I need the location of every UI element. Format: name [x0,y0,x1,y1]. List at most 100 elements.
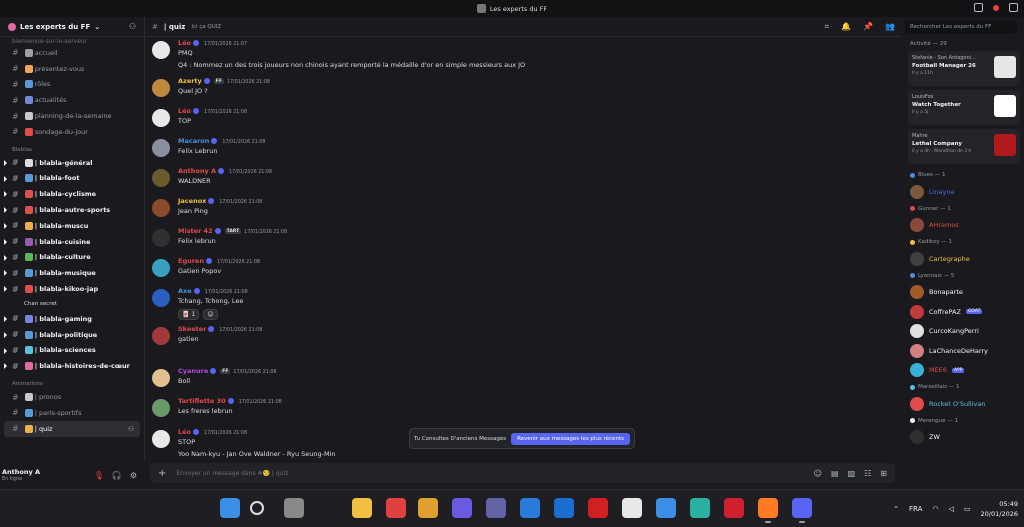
message[interactable]: Léo 17/01/2026 21:07 PMQ Q4 : Nommez un des… [146,39,891,69]
message-author[interactable]: Jacenox 17/01/2026 21:08 [178,197,262,205]
gift-icon[interactable]: ☺ [814,469,822,478]
discord-icon[interactable] [792,498,812,523]
message[interactable]: Léo 17/01/2026 21:08 TOP [146,107,891,137]
message[interactable]: Eguren 17/01/2026 21:08 Gatien Popov [146,257,891,287]
language-indicator[interactable]: FRA [909,505,922,513]
message[interactable]: Tartiflette 30 17/01/2026 21:08 Les freres… [146,397,891,427]
pin-icon[interactable]: 📌 [863,22,873,32]
reaction-chip[interactable]: 🀄 1 [178,309,200,320]
channel-item[interactable]: # accueil [0,45,144,61]
outlook-icon[interactable] [554,498,574,518]
inbox-icon[interactable] [974,3,983,12]
message[interactable]: Axe 17/01/2026 21:08 Tchang, Tchong, Lee 🀄 1… [146,287,891,320]
battery-icon[interactable]: ▭ [964,505,971,513]
user-avatar[interactable] [152,199,170,217]
channel-item[interactable]: # | blabla-gaming [0,311,144,327]
add-member-icon[interactable]: ⚇ [129,22,136,31]
message-author[interactable]: Léo 17/01/2026 21:08 [178,428,247,436]
channel-item[interactable]: # | blabla-histoires-de-cœur [0,358,144,374]
activity-card[interactable]: LouisFox Watch Together Il y a 5j [908,90,1020,125]
invite-icon[interactable]: ⚇ [128,425,134,433]
member-item[interactable]: Cartegraphe [902,249,1024,269]
threads-icon[interactable]: ⌗ [825,22,830,32]
member-item[interactable]: Rocket O'Sullivan [902,394,1024,414]
message[interactable]: Macaron 17/01/2026 21:08 Felix Lebrun [146,137,891,167]
channel-item[interactable]: # | blabla-muscu [0,218,144,234]
volume-icon[interactable]: ◁ [949,505,954,513]
user-avatar[interactable] [152,229,170,247]
gif-icon[interactable]: ▤ [831,469,839,478]
message[interactable]: Mister 42 TART 17/01/2026 21:08 Felix lebru… [146,227,891,257]
message-composer[interactable]: + Envoyer un message dans #🧐 | quiz ☺ ▤ ▧ ☷… [150,463,895,483]
channel-item[interactable]: # | blabla-général [0,155,144,171]
member-list-icon[interactable]: 👥 [885,22,895,32]
member-item[interactable]: Bonaparte [902,283,1024,303]
message-author[interactable]: Tartiflette 30 17/01/2026 21:08 [178,397,282,405]
member-item[interactable]: ZW [902,428,1024,448]
store-icon[interactable] [656,498,676,518]
headphones-icon[interactable]: 🎧 [112,471,122,480]
thread-chan-secret[interactable]: Chan secret [0,297,144,311]
microphone-muted-icon[interactable]: 🎙 [94,471,104,480]
message-author[interactable]: Axe 17/01/2026 21:08 [178,287,248,295]
message[interactable]: Anthony A 17/01/2026 21:08 WALDNER [146,167,891,197]
channel-topic[interactable]: Ici ça QUIZ [191,24,221,30]
message-author[interactable]: Macaron 17/01/2026 21:08 [178,137,265,145]
attach-plus-icon[interactable]: + [158,468,166,479]
windows-start-icon[interactable] [220,498,240,518]
message-author[interactable]: Azerty FF 17/01/2026 21:08 [178,77,270,85]
message-author[interactable]: Léo 17/01/2026 21:08 [178,107,247,115]
message-author[interactable]: Cyanure FF 17/01/2026 21:08 [178,367,276,375]
channel-item[interactable]: # | paris-sportifs [0,405,144,421]
channel-item[interactable]: # | blabla-cuisine [0,234,144,250]
add-reaction-button[interactable]: ☺ [203,309,218,320]
message-author[interactable]: Léo 17/01/2026 21:07 [178,39,247,47]
user-avatar[interactable] [152,369,170,387]
search-input[interactable]: Rechercher Les experts du FF [905,21,1017,34]
message-author[interactable]: Anthony A 17/01/2026 21:08 [178,167,272,175]
channel-item[interactable]: # | blabla-musique [0,265,144,281]
opera-icon[interactable] [724,498,744,518]
user-avatar[interactable] [152,169,170,187]
search-icon[interactable] [250,501,264,515]
myip-icon[interactable] [520,498,540,518]
message-author[interactable]: Eguren 17/01/2026 21:08 [178,257,260,265]
chrome-icon[interactable] [418,498,438,518]
channel-item[interactable]: # | pronos [0,389,144,405]
wifi-icon[interactable]: ◠ [932,505,938,513]
channel-item[interactable]: # rôles [0,77,144,93]
channel-item[interactable]: # | quiz ⚇ [4,420,140,437]
tlc-icon[interactable] [588,498,608,518]
user-avatar[interactable] [152,109,170,127]
channel-item[interactable]: # actualités [0,92,144,108]
obs-record-icon[interactable] [386,498,406,518]
message[interactable]: Jacenox 17/01/2026 21:08 Jean Ping [146,197,891,227]
category-animations[interactable]: Animations [0,374,144,389]
copilot-m365-icon[interactable] [452,498,472,518]
help-icon[interactable] [1009,3,1018,12]
edge-icon[interactable] [690,498,710,518]
message-author[interactable]: Mister 42 TART 17/01/2026 21:08 [178,227,287,235]
message-author[interactable]: Skeeter 17/01/2026 21:08 [178,325,262,333]
clock[interactable]: 05:49 20/01/2026 [981,499,1018,519]
member-item[interactable]: MEE6 APP [902,361,1024,381]
activity-card[interactable]: Stefanie - Son Antagoni... Football Manag… [908,51,1020,86]
jump-to-present-button[interactable]: Revenir aux messages les plus récents [511,432,630,445]
user-avatar[interactable] [152,139,170,157]
channel-item[interactable]: # | blabla-foot [0,171,144,187]
channel-item[interactable]: # planning-de-la-semaine [0,108,144,124]
user-avatar[interactable] [152,259,170,277]
channel-item[interactable]: # | blabla-sciences [0,343,144,359]
message[interactable]: Azerty FF 17/01/2026 21:08 Quel JO ? [146,77,891,107]
channel-item[interactable]: # présentez-vous [0,61,144,77]
user-avatar[interactable] [152,289,170,307]
emoji-icon[interactable]: ☷ [864,469,871,478]
channel-item[interactable]: # | blabla-kikoo-jap [0,281,144,297]
teams-icon[interactable] [486,498,506,518]
apps-icon[interactable]: ⊞ [880,469,887,478]
notification-bell-icon[interactable]: 🔔 [841,22,851,32]
settings-gear-icon[interactable]: ⚙ [130,471,137,480]
message[interactable]: Skeeter 17/01/2026 21:08 gatien [146,325,891,355]
user-avatar[interactable] [152,327,170,345]
member-item[interactable]: CurcoKangPerri [902,322,1024,342]
